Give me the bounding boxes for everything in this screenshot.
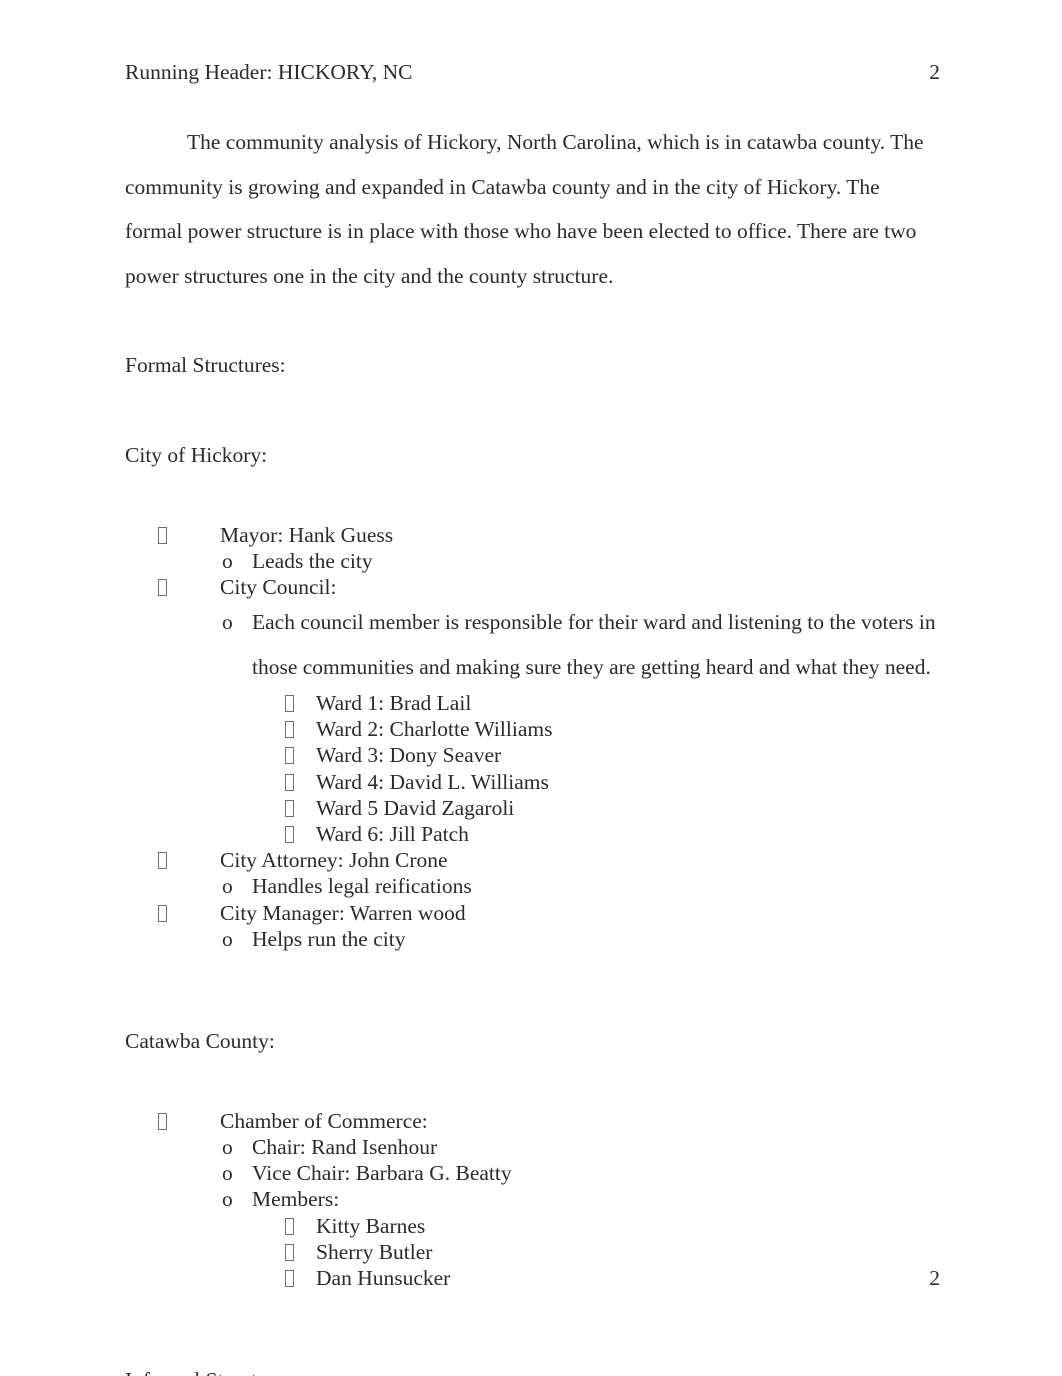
list-item-label: Mayor: Hank Guess [220, 522, 394, 547]
list-item-label: Chamber of Commerce: [220, 1108, 428, 1133]
heading-catawba-county: Catawba County: [125, 1028, 275, 1053]
list-item: Ward 1: Brad Lail [125, 690, 940, 716]
list-item-label: Members: [252, 1187, 340, 1212]
bullet-tofu-icon [158, 852, 220, 873]
bullet-tofu-icon [285, 1270, 316, 1291]
bullet-o-icon: o [222, 1161, 233, 1186]
running-header-title: Running Header: HICKORY, NC [125, 60, 413, 84]
bullet-tofu-icon [158, 904, 220, 926]
intro-paragraph-text: The community analysis of Hickory, North… [125, 130, 924, 289]
list-item-label: Ward 6: Jill Patch [316, 822, 469, 846]
heading-city-of-hickory: City of Hickory: [125, 442, 268, 467]
list-item: Ward 3: Dony Seaver [125, 742, 940, 768]
list-item-label: Sherry Butler [316, 1239, 433, 1264]
bullet-o-icon: o [222, 1135, 233, 1160]
bullet-tofu-icon [285, 826, 316, 847]
bullet-tofu-icon [285, 721, 316, 742]
list-item: Sherry Butler [125, 1239, 940, 1265]
list-item: Ward 4: David L. Williams [125, 769, 940, 795]
header-page-number: 2 [929, 60, 940, 84]
list-item-label: Ward 5 David Zagaroli [316, 795, 515, 820]
list-item-label: Ward 3: Dony Seaver [316, 743, 502, 768]
heading-informal-structure: Informal Structure: [125, 1358, 940, 1376]
list-item-label: Kitty Barnes [316, 1213, 426, 1238]
list-item-label: Ward 2: Charlotte Williams [316, 717, 553, 742]
list-item-label: Vice Chair: Barbara G. Beatty [252, 1161, 512, 1186]
list-item: o Leads the city [125, 548, 940, 574]
bullet-tofu-icon [158, 1112, 220, 1134]
bullet-tofu-icon [158, 579, 220, 600]
list-item: o Members: [125, 1186, 940, 1212]
list-item-label: City Council: [220, 575, 337, 600]
bullet-tofu-icon [285, 799, 316, 821]
list-item-label: City Manager: Warren wood [220, 900, 466, 925]
document-page: Running Header: HICKORY, NC 2 The commun… [0, 0, 1062, 1376]
bullet-tofu-icon [285, 1217, 316, 1239]
list-item: o Vice Chair: Barbara G. Beatty [125, 1160, 940, 1186]
list-item: Chamber of Commerce: [125, 1108, 940, 1134]
list-item: o Handles legal reifications [125, 873, 940, 899]
list-item: Kitty Barnes [125, 1213, 940, 1239]
footer-page-number: 2 [929, 1266, 940, 1291]
bullet-o-icon: o [222, 926, 233, 951]
bullet-tofu-icon [158, 526, 220, 548]
list-item: Ward 6: Jill Patch [125, 821, 940, 847]
list-item-label: Helps run the city [252, 926, 406, 951]
list-item-label: Each council member is responsible for t… [252, 610, 942, 680]
bullet-tofu-icon [285, 747, 316, 768]
list-item-label: Ward 4: David L. Williams [316, 769, 549, 794]
list-item-label: Leads the city [252, 549, 373, 574]
list-item: Ward 2: Charlotte Williams [125, 716, 940, 742]
list-item: o Each council member is responsible for… [125, 600, 940, 689]
list-item-label: Ward 1: Brad Lail [316, 690, 472, 715]
list-item: Ward 5 David Zagaroli [125, 795, 940, 821]
list-item-label: Chair: Rand Isenhour [252, 1135, 438, 1160]
city-of-hickory-outline: Mayor: Hank Guess o Leads the city City … [125, 522, 940, 952]
catawba-county-outline: Chamber of Commerce: o Chair: Rand Isenh… [125, 1108, 940, 1292]
bullet-o-icon: o [222, 1187, 233, 1212]
list-item: City Attorney: John Crone [125, 847, 940, 873]
list-item: City Council: [125, 574, 940, 600]
bullet-tofu-icon [285, 694, 316, 716]
bullet-o-icon: o [222, 549, 233, 574]
list-item: City Manager: Warren wood [125, 900, 940, 926]
bullet-tofu-icon [285, 773, 316, 795]
heading-formal-structures: Formal Structures: [125, 353, 286, 378]
list-item-label: Dan Hunsucker [316, 1266, 451, 1291]
intro-paragraph: The community analysis of Hickory, North… [125, 120, 940, 299]
list-item: o Chair: Rand Isenhour [125, 1134, 940, 1160]
bullet-tofu-icon [285, 1243, 316, 1265]
bullet-o-icon: o [222, 874, 233, 899]
list-item: Dan Hunsucker [125, 1265, 940, 1291]
bullet-o-icon: o [222, 610, 233, 635]
document-body: The community analysis of Hickory, North… [125, 120, 940, 1376]
list-item: o Helps run the city [125, 926, 940, 952]
list-item-label: City Attorney: John Crone [220, 848, 448, 873]
running-header: Running Header: HICKORY, NC 2 [125, 60, 940, 86]
list-item: Mayor: Hank Guess [125, 522, 940, 548]
list-item-label: Handles legal reifications [252, 874, 472, 899]
